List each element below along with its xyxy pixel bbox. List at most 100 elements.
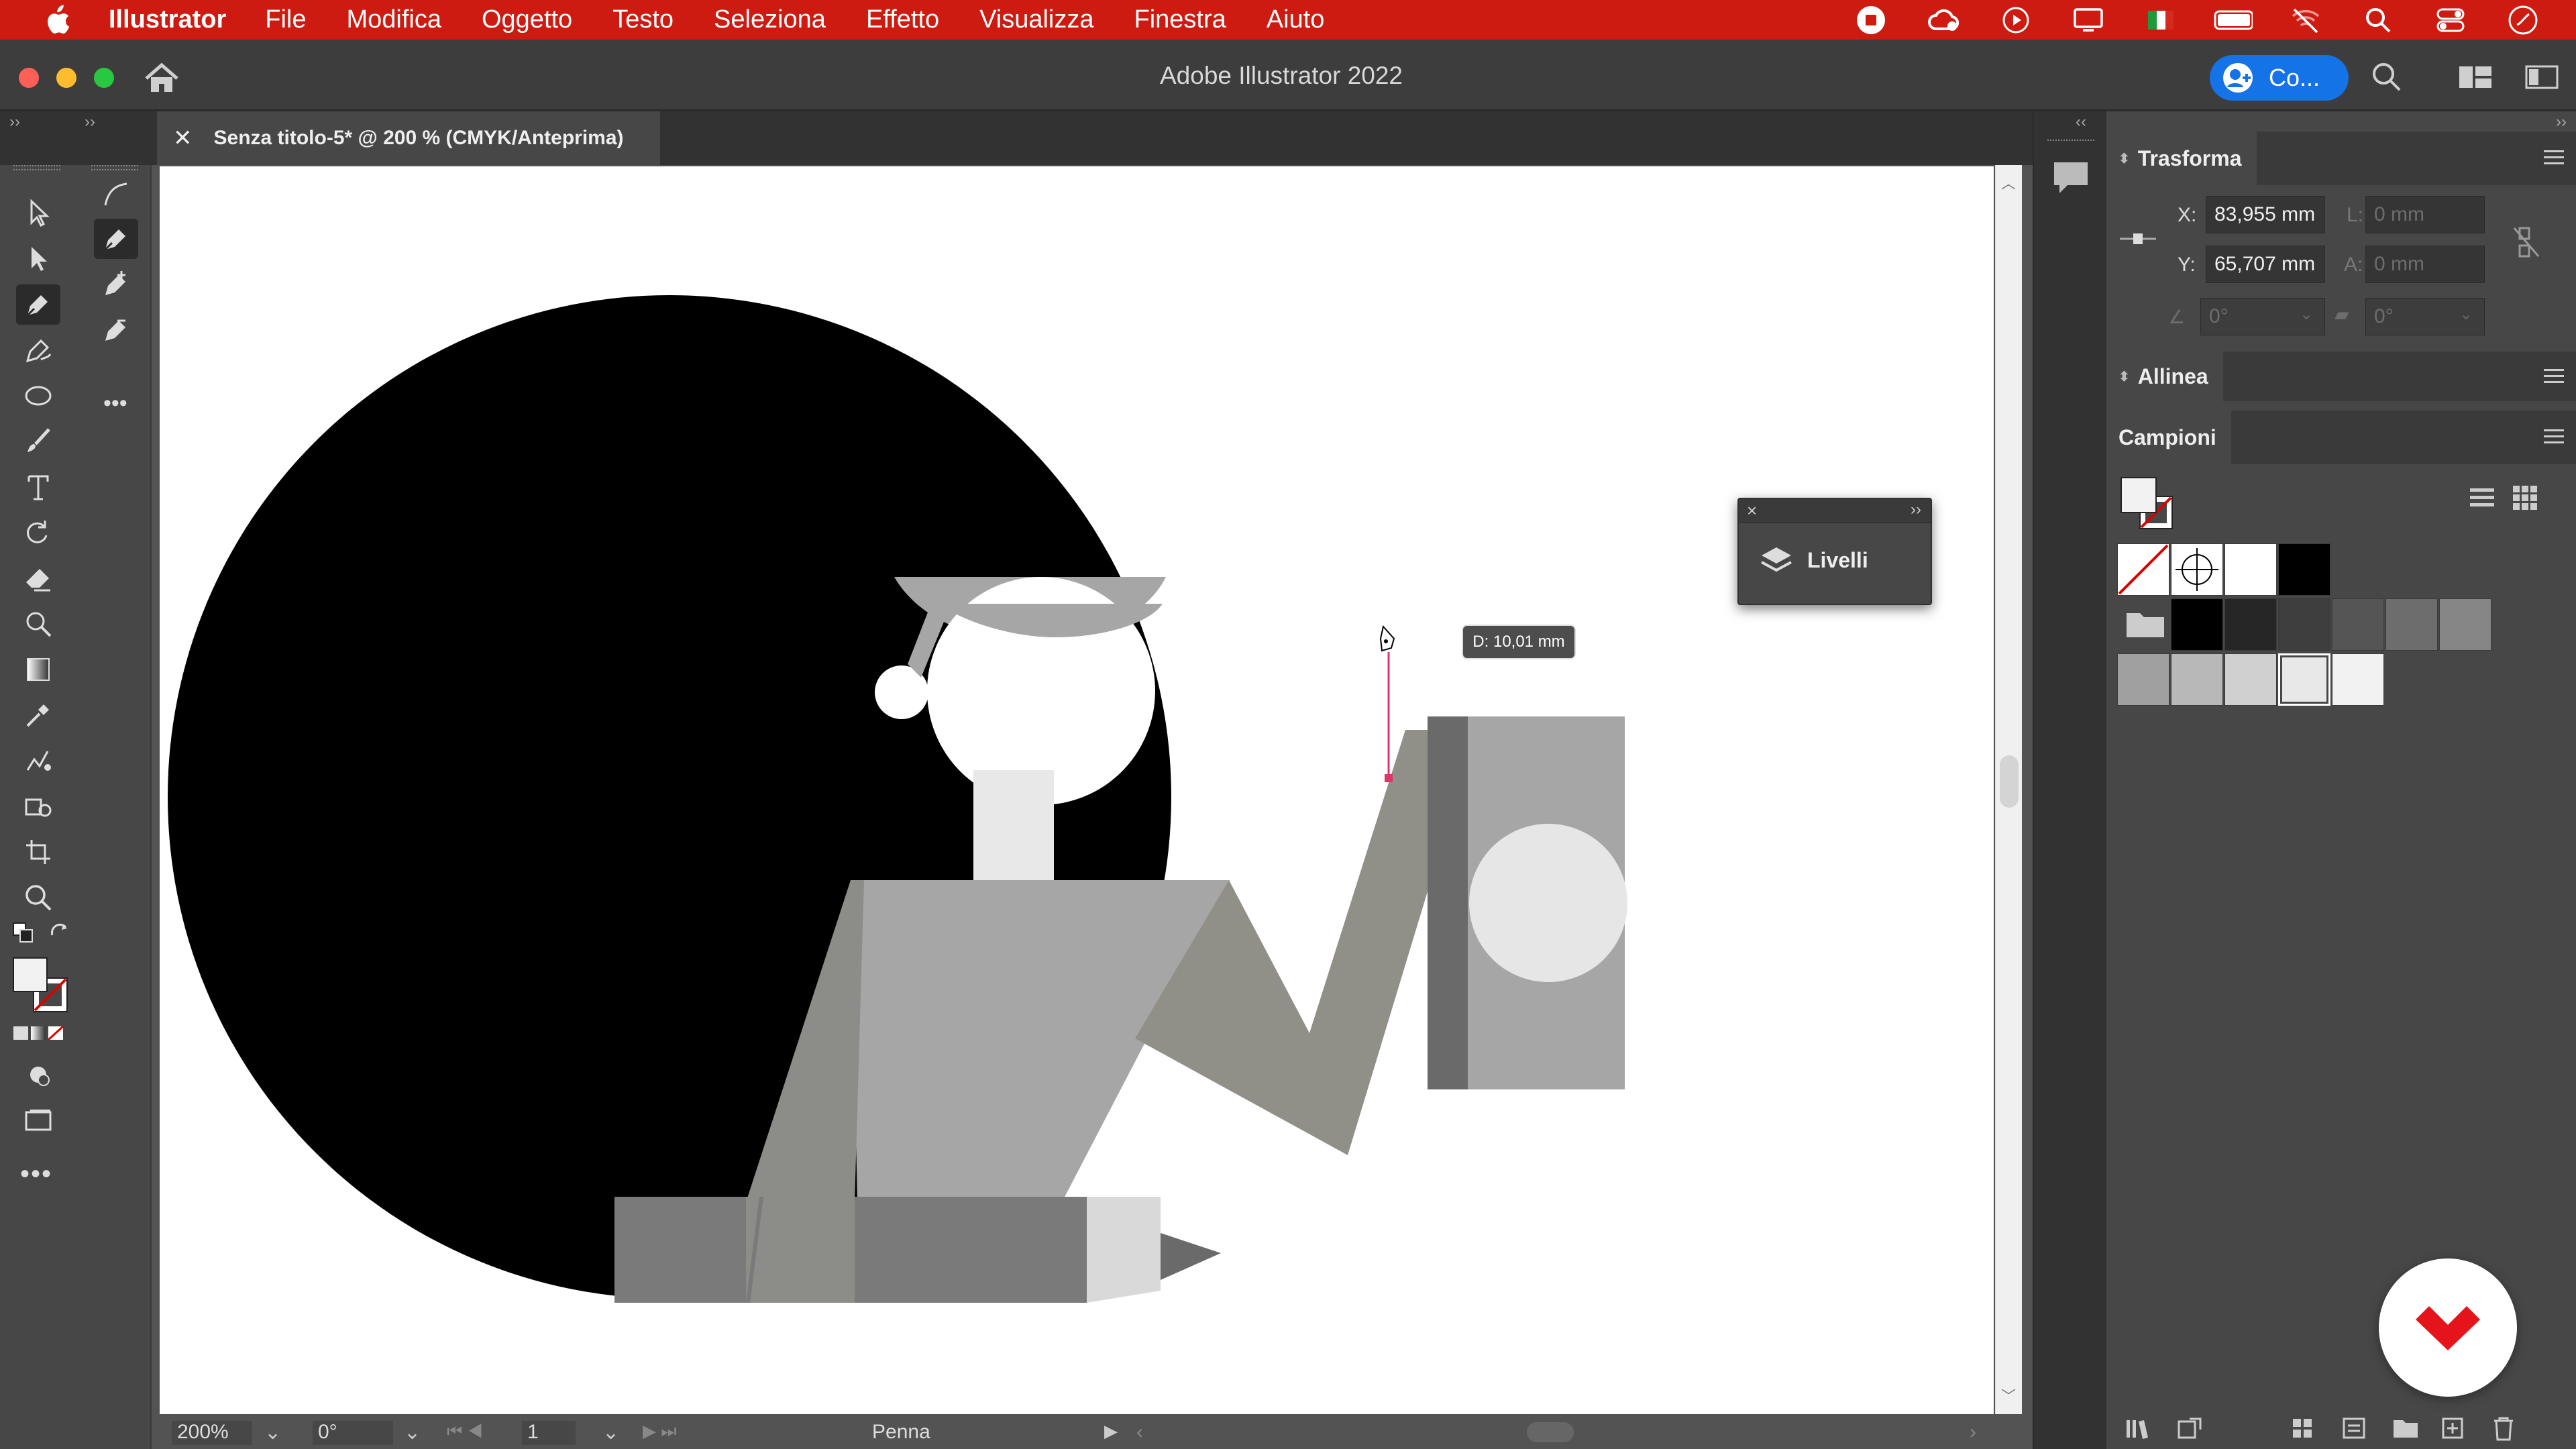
comments-icon[interactable] <box>2051 160 2090 199</box>
artboard-number-field[interactable]: 1 <box>522 1421 576 1445</box>
swatch-none[interactable] <box>2117 543 2169 596</box>
menu-effetto[interactable]: Effetto <box>866 5 939 34</box>
artboard[interactable] <box>160 166 1994 1414</box>
swatch-gray-30[interactable] <box>2171 653 2223 706</box>
height-field[interactable]: 0 mm <box>2365 246 2485 283</box>
expand-panel-icon[interactable]: ›› <box>1911 500 1921 519</box>
document-tab[interactable]: ✕ Senza titolo-5* @ 200 % (CMYK/Anteprim… <box>157 111 660 165</box>
apple-icon[interactable] <box>42 5 72 36</box>
menu-oggetto[interactable]: Oggetto <box>482 5 572 34</box>
first-artboard-icon[interactable]: ⏮ ◀ <box>447 1421 483 1442</box>
rotation-dropdown-icon[interactable]: ⌄ <box>404 1421 421 1444</box>
width-field[interactable]: 0 mm <box>2365 196 2485 233</box>
shear-dropdown-icon[interactable]: ⌄ <box>2459 305 2473 324</box>
battery-icon[interactable] <box>2214 3 2253 37</box>
swatch-registration[interactable] <box>2171 543 2223 596</box>
pen-tool-icon[interactable] <box>16 284 60 325</box>
close-panel-icon[interactable]: × <box>1747 500 1757 521</box>
fill-stroke-indicator[interactable] <box>11 955 71 1019</box>
new-color-group-icon[interactable] <box>2392 1416 2419 1444</box>
swatch-gray-90[interactable] <box>2224 598 2277 651</box>
menu-testo[interactable]: Testo <box>612 5 674 34</box>
swatch-gray-100[interactable] <box>2171 598 2223 651</box>
eyedropper-tool-icon[interactable] <box>16 695 60 735</box>
puppet-warp-tool-icon[interactable] <box>16 604 60 644</box>
swatch-gray-40[interactable] <box>2117 653 2169 706</box>
gradient-tool-icon[interactable] <box>16 649 60 690</box>
swatch-gray-5[interactable] <box>2332 653 2384 706</box>
canvas-area[interactable]: ︿ ﹀ × ›› Livelli <box>152 165 2042 1414</box>
new-color-group-list-icon[interactable] <box>2341 1416 2368 1444</box>
swap-colors-icon[interactable] <box>48 922 70 947</box>
zoom-field[interactable]: 200% <box>172 1421 252 1445</box>
app-search-icon[interactable] <box>2371 61 2402 95</box>
collaborate-button[interactable]: Co... <box>2210 55 2349 101</box>
swatches-panel-menu-icon[interactable] <box>2544 428 2567 445</box>
swatch-gray-60[interactable] <box>2385 598 2438 651</box>
draw-mode-icon[interactable] <box>16 1055 60 1095</box>
scroll-up-icon[interactable]: ︿ <box>2001 172 2016 193</box>
delete-swatch-icon[interactable] <box>2490 1415 2517 1444</box>
artboard-dropdown-icon[interactable]: ⌄ <box>602 1421 619 1444</box>
swatch-gray-80[interactable] <box>2278 598 2330 651</box>
screen-mode-icon[interactable] <box>16 1100 60 1140</box>
add-anchor-tool-icon[interactable] <box>94 264 138 305</box>
swatch-fill-stroke-icon[interactable] <box>2116 474 2183 537</box>
more-tools-icon[interactable]: ••• <box>20 1159 52 1189</box>
menu-aiuto[interactable]: Aiuto <box>1267 5 1325 34</box>
swatch-gray-20[interactable] <box>2224 653 2277 706</box>
rotate-tool-icon[interactable] <box>16 513 60 553</box>
collapse-panels-icon[interactable]: ›› <box>2556 113 2567 131</box>
zoom-tool-icon[interactable] <box>16 877 60 918</box>
workspace-switcher-icon[interactable] <box>2458 65 2493 93</box>
rotate-dropdown-icon[interactable]: ⌄ <box>2300 305 2313 324</box>
collapse-toolbar-icon[interactable]: ›› <box>9 113 20 131</box>
floating-layers-panel[interactable]: × ›› Livelli <box>1737 498 1932 605</box>
vertical-scrollbar[interactable]: ︿ ﹀ <box>1995 165 2022 1414</box>
curvature-tool-icon[interactable] <box>16 330 60 370</box>
tab-transform[interactable]: ⬍ Trasforma <box>2106 131 2257 185</box>
play-icon[interactable] <box>1996 3 2035 37</box>
new-swatch-icon[interactable] <box>2440 1416 2467 1444</box>
list-view-icon[interactable] <box>2469 484 2496 515</box>
swatch-group-folder-icon[interactable] <box>2125 608 2165 643</box>
x-position-field[interactable]: 83,955 mm <box>2206 196 2325 233</box>
collapse-toolbar2-icon[interactable]: ›› <box>85 113 95 131</box>
panel-toggle-icon[interactable] <box>2525 65 2559 93</box>
horizontal-scroll-thumb[interactable] <box>1527 1422 1574 1442</box>
selection-tool-icon[interactable] <box>16 193 60 233</box>
y-position-field[interactable]: 65,707 mm <box>2206 246 2325 283</box>
blend-tool-icon[interactable] <box>16 741 60 781</box>
swatch-options-icon[interactable] <box>2290 1416 2317 1444</box>
app-menu-illustrator[interactable]: Illustrator <box>109 5 226 34</box>
tab-align[interactable]: ⬍ Allinea <box>2106 352 2223 401</box>
constrain-proportions-icon[interactable] <box>2512 225 2541 262</box>
more-options-icon[interactable]: ••• <box>103 390 127 417</box>
color-mode-icons[interactable] <box>12 1024 66 1046</box>
show-swatch-kinds-icon[interactable] <box>2176 1416 2203 1444</box>
close-tab-icon[interactable]: ✕ <box>173 125 193 152</box>
pen-tool-active-icon[interactable] <box>94 219 138 259</box>
swatch-gray-50[interactable] <box>2439 598 2491 651</box>
collapse-strip-icon[interactable]: ‹‹ <box>2076 113 2086 131</box>
next-artboard-icon[interactable]: ▶ ⏭ <box>643 1421 677 1442</box>
search-icon[interactable] <box>2359 3 2398 37</box>
status-menu-icon[interactable]: ▶ <box>1104 1421 1118 1442</box>
control-center-icon[interactable] <box>2431 3 2470 37</box>
menu-seleziona[interactable]: Seleziona <box>714 5 826 34</box>
rotation-field[interactable]: 0° <box>313 1421 393 1445</box>
vertical-scroll-thumb[interactable] <box>2000 755 2019 808</box>
italian-flag-icon[interactable] <box>2141 3 2180 37</box>
wifi-off-icon[interactable] <box>2286 3 2325 37</box>
scroll-down-icon[interactable]: ﹀ <box>2001 1385 2016 1406</box>
menu-file[interactable]: File <box>265 5 306 34</box>
grid-view-icon[interactable] <box>2512 484 2538 515</box>
reference-point-icon[interactable] <box>2118 231 2157 250</box>
ellipse-tool-icon[interactable] <box>16 376 60 416</box>
default-colors-icon[interactable] <box>12 922 34 947</box>
screen-record-icon[interactable] <box>1851 3 1890 37</box>
curvature-tool-icon[interactable] <box>94 174 138 215</box>
siri-icon[interactable] <box>2504 3 2542 37</box>
tab-swatches[interactable]: Campioni <box>2106 411 2231 464</box>
swatch-black[interactable] <box>2278 543 2330 596</box>
